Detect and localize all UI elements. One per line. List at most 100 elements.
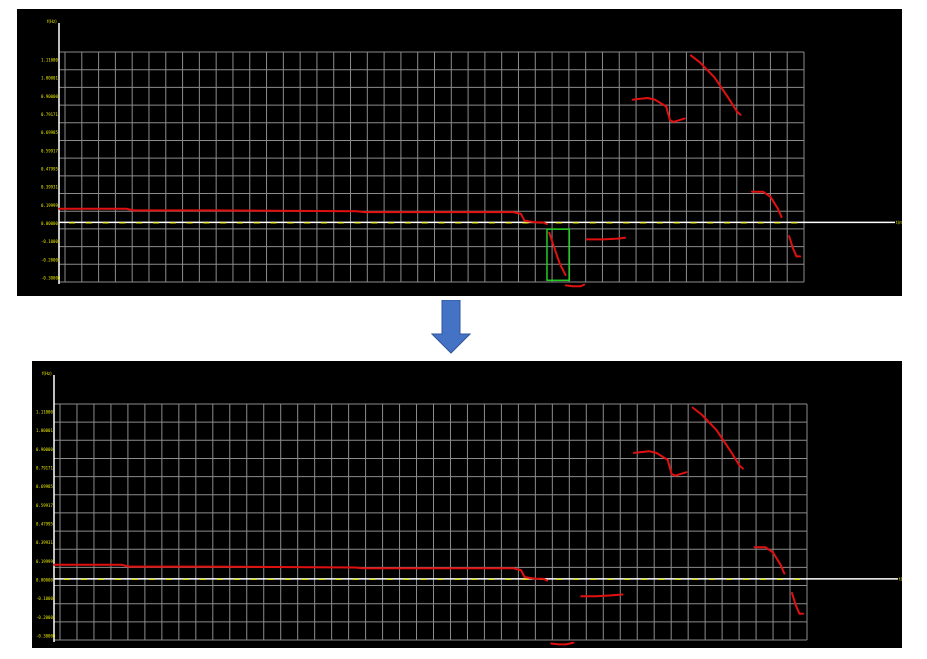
y-tick-label: 0.69985 — [36, 484, 53, 489]
data-point — [505, 211, 507, 214]
data-point — [519, 569, 522, 571]
data-point — [738, 464, 741, 467]
x-axis-unit-label: t(ms) — [896, 220, 902, 225]
chart-after-panel: f(Hz) t(ms) 1.11000 1.00001 0.90000 0.79171 0.… — [32, 361, 902, 648]
data-point — [791, 247, 794, 249]
data-series-line — [690, 54, 742, 116]
data-point — [535, 577, 537, 580]
data-series-line — [586, 236, 626, 241]
y-tick-label: 1.00001 — [36, 428, 53, 433]
data-point — [572, 285, 574, 288]
y-tick-label: 0.39931 — [41, 185, 58, 190]
data-point — [361, 567, 364, 570]
data-point — [670, 473, 673, 475]
data-point — [780, 216, 783, 219]
data-point — [512, 567, 515, 570]
data-point — [728, 98, 731, 101]
data-point — [655, 452, 658, 454]
data-point — [665, 105, 668, 108]
data-point — [742, 467, 744, 470]
data-point — [128, 565, 131, 568]
y-tick-label: 0.90000 — [41, 94, 58, 99]
data-series-line — [581, 593, 623, 598]
y-tick-label: 0.59917 — [41, 148, 58, 153]
data-point — [683, 117, 686, 120]
chart-before-panel: f(Hz) t(ms) 1.11000 1.00001 0.90000 0.79171 0.… — [17, 9, 902, 296]
data-point — [546, 579, 549, 582]
y-tick-label: -0.30000 — [41, 276, 61, 281]
y-tick-label: -0.20001 — [36, 615, 56, 620]
data-point — [672, 120, 675, 123]
y-tick-label: 1.00001 — [41, 76, 58, 81]
down-arrow-shape — [430, 299, 472, 354]
data-series-line — [632, 97, 686, 123]
data-point — [565, 643, 567, 646]
data-point — [125, 207, 127, 210]
data-point — [689, 54, 692, 57]
data-point — [557, 643, 560, 646]
data-point — [580, 595, 582, 598]
data-point — [564, 274, 567, 277]
y-axis-unit-label: f(Hz) — [42, 371, 52, 376]
data-point — [654, 98, 656, 101]
data-series-line — [751, 190, 783, 218]
data-point — [647, 450, 650, 453]
data-point — [739, 114, 742, 116]
data-series-line — [633, 450, 687, 477]
data-point — [546, 223, 548, 225]
data-point — [791, 591, 793, 594]
data-point — [542, 221, 545, 224]
data-point — [715, 429, 718, 432]
data-point — [750, 190, 753, 193]
y-tick-label: -0.20001 — [41, 257, 61, 262]
data-point — [523, 576, 526, 578]
data-point — [564, 284, 567, 287]
data-point — [53, 563, 55, 566]
data-point — [713, 76, 716, 79]
data-point — [730, 452, 733, 454]
chart-before: f(Hz) t(ms) 1.11000 1.00001 0.90000 0.79171 0.… — [41, 19, 902, 288]
y-tick-label: 0.69985 — [41, 130, 58, 135]
data-point — [691, 406, 694, 409]
y-tick-label: 1.11000 — [36, 410, 53, 415]
data-point — [624, 236, 627, 239]
data-point — [631, 98, 634, 101]
data-point — [542, 577, 545, 580]
data-point — [698, 61, 701, 64]
data-point — [520, 212, 522, 215]
y-tick-label: -0.10001 — [36, 596, 56, 601]
data-point — [674, 474, 677, 477]
data-point — [583, 283, 586, 286]
data-point — [207, 209, 209, 212]
data-point — [772, 551, 775, 554]
data-point — [621, 593, 624, 596]
data-point — [794, 604, 797, 606]
x-axis-unit-label: t(ms) — [899, 576, 902, 581]
y-axis-unit-label: f(Hz) — [47, 19, 57, 24]
data-point — [534, 221, 537, 224]
data-series-line — [550, 641, 574, 646]
data-point — [579, 285, 582, 288]
data-point — [203, 565, 206, 568]
y-tick-label: -0.30000 — [36, 634, 56, 639]
data-point — [685, 471, 688, 474]
y-tick-label: 0.47995 — [41, 167, 58, 172]
y-tick-label: 0.59917 — [36, 503, 53, 508]
data-point — [779, 563, 782, 566]
data-point — [762, 190, 764, 193]
data-point — [753, 546, 756, 549]
data-point — [135, 565, 138, 568]
y-tick-label: 0.00000 — [41, 221, 58, 226]
y-tick-label: 0.79171 — [36, 466, 53, 471]
data-point — [595, 595, 598, 598]
data-point — [802, 612, 805, 615]
data-point — [120, 563, 123, 566]
data-point — [140, 209, 142, 212]
data-point — [504, 567, 507, 570]
data-point — [799, 255, 802, 258]
data-point — [553, 247, 556, 249]
down-arrow-icon — [430, 299, 472, 354]
data-point — [616, 237, 619, 240]
data-point — [572, 641, 575, 644]
data-point — [795, 255, 798, 258]
